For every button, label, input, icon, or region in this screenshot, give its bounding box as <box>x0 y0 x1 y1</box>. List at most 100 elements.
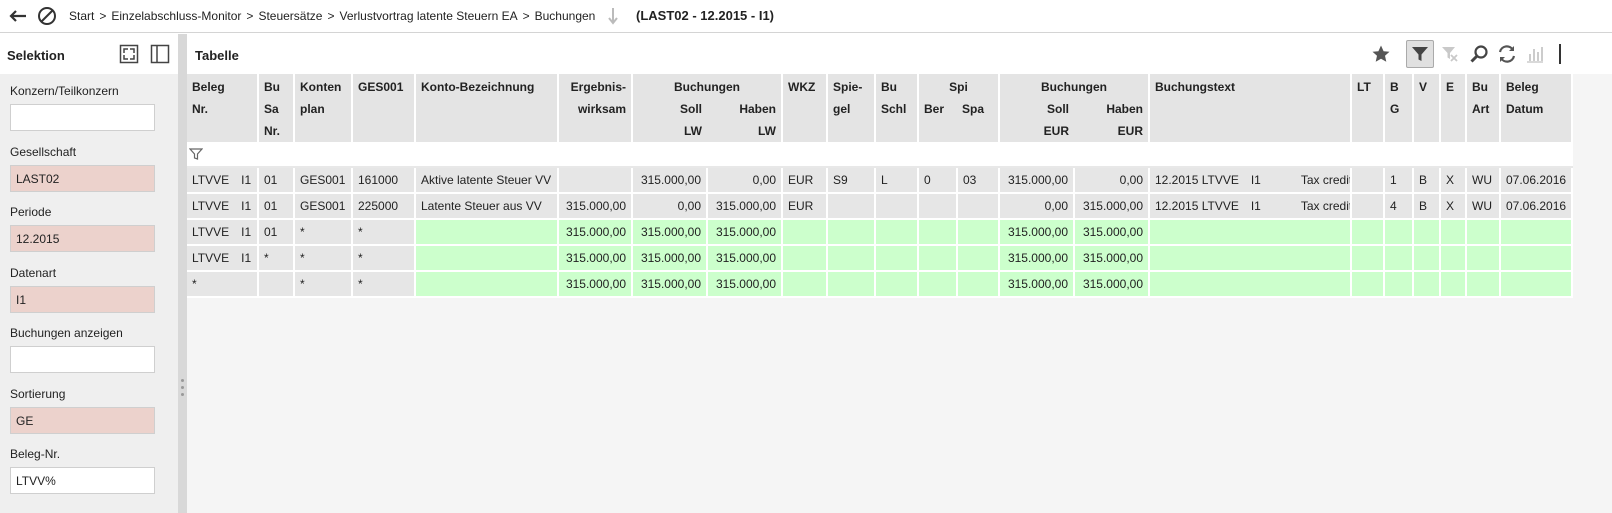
field-input[interactable]: GE <box>10 406 155 434</box>
selection-panel: Selektion Konzern/Teilkonzern Gesellschaf… <box>0 34 178 513</box>
col-spa[interactable]: Spa <box>957 98 997 120</box>
col-beleg-datum[interactable]: Beleg Datum <box>1500 74 1574 144</box>
cell-ber <box>918 271 958 298</box>
col-beleg-nr[interactable]: Beleg Nr. <box>187 74 259 144</box>
table-row[interactable]: LTVVE I1 01 GES001 161000 Aktive latente Steu… <box>187 167 1574 194</box>
col-ergebniswirksam[interactable]: Ergebnis-wirksam <box>558 74 633 144</box>
col-haben-eur[interactable]: Haben EUR <box>1074 98 1147 141</box>
col-buart[interactable]: Bu Art <box>1466 74 1501 144</box>
panel-splitter[interactable] <box>178 34 187 513</box>
cell-busa <box>258 271 295 298</box>
cell-v <box>1413 271 1441 298</box>
cell-text <box>1149 219 1352 246</box>
cell-haben-eur: 315.000,00 <box>1074 193 1150 220</box>
cell-wkz <box>782 245 828 272</box>
col-spiegel[interactable]: Spie-gel <box>827 74 876 144</box>
breadcrumb-item[interactable]: Verlustvortrag latente Steuern EA <box>340 9 518 23</box>
breadcrumb-item[interactable]: Start <box>69 9 94 23</box>
cell-text <box>1149 271 1352 298</box>
header-row: Beleg Nr. Bu Sa Nr. Konten plan GES001 Konto… <box>187 74 1574 144</box>
cell-soll-lw: 0,00 <box>632 193 708 220</box>
clear-filter-icon[interactable] <box>1436 40 1464 68</box>
col-haben-lw[interactable]: Haben LW <box>707 98 780 141</box>
field-input[interactable]: 12.2015 <box>10 225 155 252</box>
field-input[interactable]: LTVV% <box>10 467 155 494</box>
cell-bez <box>415 271 559 298</box>
cell-spiegel <box>827 219 876 246</box>
star-icon[interactable] <box>1367 40 1395 68</box>
subtotal-row[interactable]: LTVVE I1 * * * 315.000,00 315.000,00 315.000,00… <box>187 245 1574 272</box>
cell-beleg: * <box>187 271 259 298</box>
back-arrow-icon[interactable] <box>8 7 28 25</box>
cell-buart <box>1466 219 1501 246</box>
cell-e <box>1440 219 1467 246</box>
cell-datum <box>1500 245 1574 272</box>
cell-spa: 03 <box>956 167 1001 194</box>
field-input[interactable] <box>10 104 155 131</box>
field-label: Konzern/Teilkonzern <box>10 84 119 98</box>
search-icon[interactable] <box>1465 40 1493 68</box>
col-soll-lw[interactable]: Soll LW <box>633 98 707 141</box>
chart-icon[interactable] <box>1521 40 1549 68</box>
subtotal-row[interactable]: LTVVE I1 01 * * 315.000,00 315.000,00 315.000,0… <box>187 219 1574 246</box>
cell-text: 12.2015 LTVVE I1 Tax credit <box>1149 193 1352 220</box>
table-row[interactable]: LTVVE I1 01 GES001 225000 Latente Steuer aus … <box>187 193 1574 220</box>
cell-erg: 315.000,00 <box>558 245 633 272</box>
col-ges001[interactable]: GES001 <box>352 74 416 144</box>
filter-icon[interactable] <box>1406 40 1434 68</box>
field-label: Datenart <box>10 265 57 280</box>
col-kontenplan[interactable]: Konten plan <box>294 74 353 144</box>
cell-haben-lw: 315.000,00 <box>707 271 783 298</box>
cell-bg: 4 <box>1384 193 1414 220</box>
cell-datum: 07.06.2016 <box>1500 167 1574 194</box>
cell-buschl <box>875 219 919 246</box>
col-lt[interactable]: LT <box>1351 74 1385 144</box>
refresh-icon[interactable] <box>1493 40 1521 68</box>
panel-toggle-icon[interactable] <box>150 44 170 64</box>
col-v[interactable]: V <box>1413 74 1441 144</box>
col-wkz[interactable]: WKZ <box>782 74 828 144</box>
context-title: (LAST02 - 12.2015 - I1) <box>636 8 774 23</box>
cell-spiegel <box>827 245 876 272</box>
cell-e: X <box>1440 167 1467 194</box>
selection-title: Selektion <box>7 48 65 63</box>
cell-haben-eur: 315.000,00 <box>1074 219 1150 246</box>
cell-haben-lw: 315.000,00 <box>707 193 783 220</box>
col-e[interactable]: E <box>1440 74 1467 144</box>
cell-wkz: EUR <box>782 167 828 194</box>
expand-icon[interactable] <box>119 44 139 64</box>
field-label: Gesellschaft <box>10 144 77 159</box>
cancel-icon[interactable] <box>37 6 57 26</box>
breadcrumb-item[interactable]: Steuersätze <box>258 9 322 23</box>
col-buschl[interactable]: Bu Schl <box>875 74 919 144</box>
subtotal-row[interactable]: * * * 315.000,00 315.000,00 315.000,00 315.000… <box>187 271 1574 298</box>
breadcrumb-item[interactable]: Buchungen <box>535 9 596 23</box>
cell-haben-eur: 0,00 <box>1074 167 1150 194</box>
breadcrumb-item[interactable]: Einzelabschluss-Monitor <box>111 9 241 23</box>
cell-buart: WU <box>1466 193 1501 220</box>
cell-ber <box>918 193 958 220</box>
cell-spiegel: S9 <box>827 167 876 194</box>
col-busa-nr[interactable]: Bu Sa Nr. <box>258 74 295 144</box>
col-konto-bezeichnung[interactable]: Konto-Bezeichnung <box>415 74 559 144</box>
breadcrumb-separator: > <box>99 9 107 23</box>
field-input[interactable]: I1 <box>10 285 155 313</box>
cell-ges: 225000 <box>352 193 416 220</box>
col-soll-eur[interactable]: Soll EUR <box>1000 98 1074 141</box>
col-bg[interactable]: BG <box>1384 74 1414 144</box>
breadcrumb-separator: > <box>522 9 530 23</box>
filter-funnel-icon[interactable] <box>188 147 204 164</box>
col-buchungstext[interactable]: Buchungstext <box>1149 74 1352 144</box>
field-input[interactable]: LAST02 <box>10 164 155 192</box>
col-ber[interactable]: Ber <box>919 98 957 120</box>
filter-cell[interactable] <box>187 143 259 168</box>
cell-v <box>1413 245 1441 272</box>
breadcrumb-separator: > <box>327 9 335 23</box>
filter-row[interactable] <box>187 143 1574 168</box>
cell-haben-eur: 315.000,00 <box>1074 271 1150 298</box>
cell-wkz <box>782 219 828 246</box>
field-input[interactable] <box>10 346 155 373</box>
cell-spa <box>956 193 1001 220</box>
cell-e: X <box>1440 193 1467 220</box>
cell-datum <box>1500 219 1574 246</box>
